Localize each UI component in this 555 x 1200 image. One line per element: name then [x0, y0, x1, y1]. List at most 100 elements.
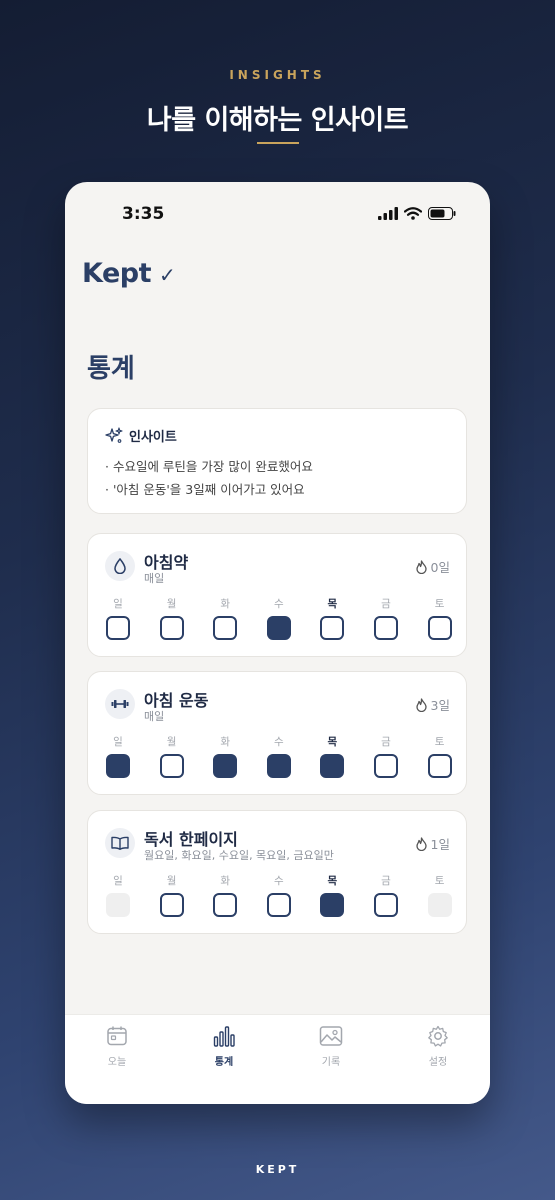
weekday-label: 월 [166, 736, 177, 748]
day-checkbox[interactable] [320, 754, 345, 778]
sparkle-icon [105, 426, 123, 443]
day-cell: 일 [105, 873, 131, 917]
signal-icon [378, 207, 398, 220]
day-checkbox[interactable] [159, 754, 184, 778]
tab-label: 설정 [428, 1057, 448, 1068]
status-time: 3:35 [122, 204, 165, 224]
status-bar: 3:35 [65, 204, 490, 226]
habit-frequency: 월요일, 화요일, 수요일, 목요일, 금요일만 [144, 849, 334, 862]
tab-label: 통계 [214, 1057, 234, 1068]
promo-headline: 나를 이해하는 인사이트 [146, 105, 409, 136]
day-checkbox[interactable] [213, 893, 238, 917]
gallery-icon [319, 1026, 343, 1046]
promo-footer: KEPT [255, 1163, 300, 1176]
day-checkbox[interactable] [427, 616, 452, 640]
tab-label: 기록 [321, 1057, 341, 1068]
weekday-label: 수 [273, 598, 284, 610]
day-cell: 금 [373, 596, 399, 640]
day-checkbox[interactable] [427, 754, 452, 778]
day-cell: 수 [266, 734, 292, 778]
day-cell: 토 [427, 734, 453, 778]
habit-icon-wrap [105, 689, 135, 719]
day-checkbox[interactable] [106, 616, 130, 640]
day-cell: 수 [266, 596, 292, 640]
insight-header: 인사이트 [105, 426, 177, 445]
weekday-label: 일 [113, 875, 123, 887]
weekday-label: 수 [273, 736, 284, 748]
flame-icon [415, 836, 427, 851]
day-cell: 목 [319, 734, 345, 778]
weekday-label: 월 [166, 875, 177, 887]
weekday-label: 화 [220, 598, 231, 610]
insight-title: 인사이트 [129, 430, 177, 445]
drop-icon [114, 558, 126, 574]
habit-streak: 0일 [415, 557, 450, 576]
day-cell: 토 [427, 873, 453, 917]
habit-streak-value: 1일 [430, 837, 450, 852]
tab-stats[interactable]: 통계 [184, 1025, 264, 1068]
habit-streak: 3일 [415, 695, 450, 714]
day-checkbox[interactable] [374, 754, 398, 778]
day-checkbox[interactable] [266, 754, 291, 778]
habit-frequency: 매일 [144, 572, 165, 585]
day-cell: 월 [159, 596, 185, 640]
weekday-label: 일 [113, 736, 123, 748]
weekday-label: 월 [166, 598, 177, 610]
brand-logo: Kept [82, 258, 152, 289]
weekday-label: 토 [434, 875, 445, 887]
day-checkbox[interactable] [320, 893, 345, 917]
weekday-label: 화 [220, 875, 231, 887]
day-checkbox[interactable] [266, 893, 291, 917]
weekday-label: 수 [273, 875, 284, 887]
insight-line: · 수요일에 루틴을 가장 많이 완료했어요 [105, 459, 313, 474]
weekday-label: 목 [327, 598, 338, 610]
page-title: 통계 [87, 354, 135, 384]
day-checkbox[interactable] [106, 754, 130, 778]
day-checkbox-disabled [427, 893, 452, 917]
wifi-icon [404, 207, 422, 220]
app-brand: Kept ✓ [82, 258, 176, 289]
dumbbell-icon [111, 700, 129, 708]
day-cell: 월 [159, 873, 185, 917]
habit-card-2[interactable]: 독서 한페이지 월요일, 화요일, 수요일, 목요일, 금요일만 1일 일월화수… [87, 810, 467, 934]
gold-divider [257, 142, 299, 144]
battery-icon [428, 207, 456, 220]
day-cell: 일 [105, 734, 131, 778]
day-cell: 화 [212, 734, 238, 778]
tab-label: 오늘 [107, 1057, 127, 1068]
tab-settings[interactable]: 설정 [398, 1025, 478, 1068]
habit-icon-wrap [105, 551, 135, 581]
day-checkbox[interactable] [266, 616, 291, 640]
gear-icon [428, 1025, 448, 1047]
day-checkbox[interactable] [213, 616, 238, 640]
day-checkbox[interactable] [374, 893, 398, 917]
tab-records[interactable]: 기록 [291, 1025, 371, 1068]
weekday-label: 화 [220, 736, 231, 748]
habit-frequency: 매일 [144, 710, 165, 723]
weekday-label: 금 [381, 598, 391, 610]
day-checkbox[interactable] [159, 893, 184, 917]
weekday-label: 일 [113, 598, 123, 610]
habit-streak: 1일 [415, 834, 450, 853]
habit-card-1[interactable]: 아침 운동 매일 3일 일월화수목금토 [87, 671, 467, 795]
day-checkbox[interactable] [213, 754, 238, 778]
day-checkbox[interactable] [159, 616, 184, 640]
weekday-label: 목 [327, 875, 338, 887]
brand-check-icon: ✓ [159, 263, 176, 287]
day-checkbox-disabled [106, 893, 130, 917]
flame-icon [415, 697, 427, 712]
week-row: 일월화수목금토 [105, 596, 455, 646]
day-cell: 목 [319, 596, 345, 640]
day-checkbox[interactable] [374, 616, 398, 640]
day-checkbox[interactable] [320, 616, 345, 640]
calendar-icon [107, 1026, 127, 1046]
tab-today[interactable]: 오늘 [77, 1025, 157, 1068]
week-row: 일월화수목금토 [105, 873, 455, 923]
day-cell: 일 [105, 596, 131, 640]
day-cell: 금 [373, 873, 399, 917]
weekday-label: 목 [327, 736, 338, 748]
week-row: 일월화수목금토 [105, 734, 455, 784]
habit-card-0[interactable]: 아침약 매일 0일 일월화수목금토 [87, 533, 467, 657]
day-cell: 화 [212, 873, 238, 917]
book-icon [111, 836, 129, 850]
